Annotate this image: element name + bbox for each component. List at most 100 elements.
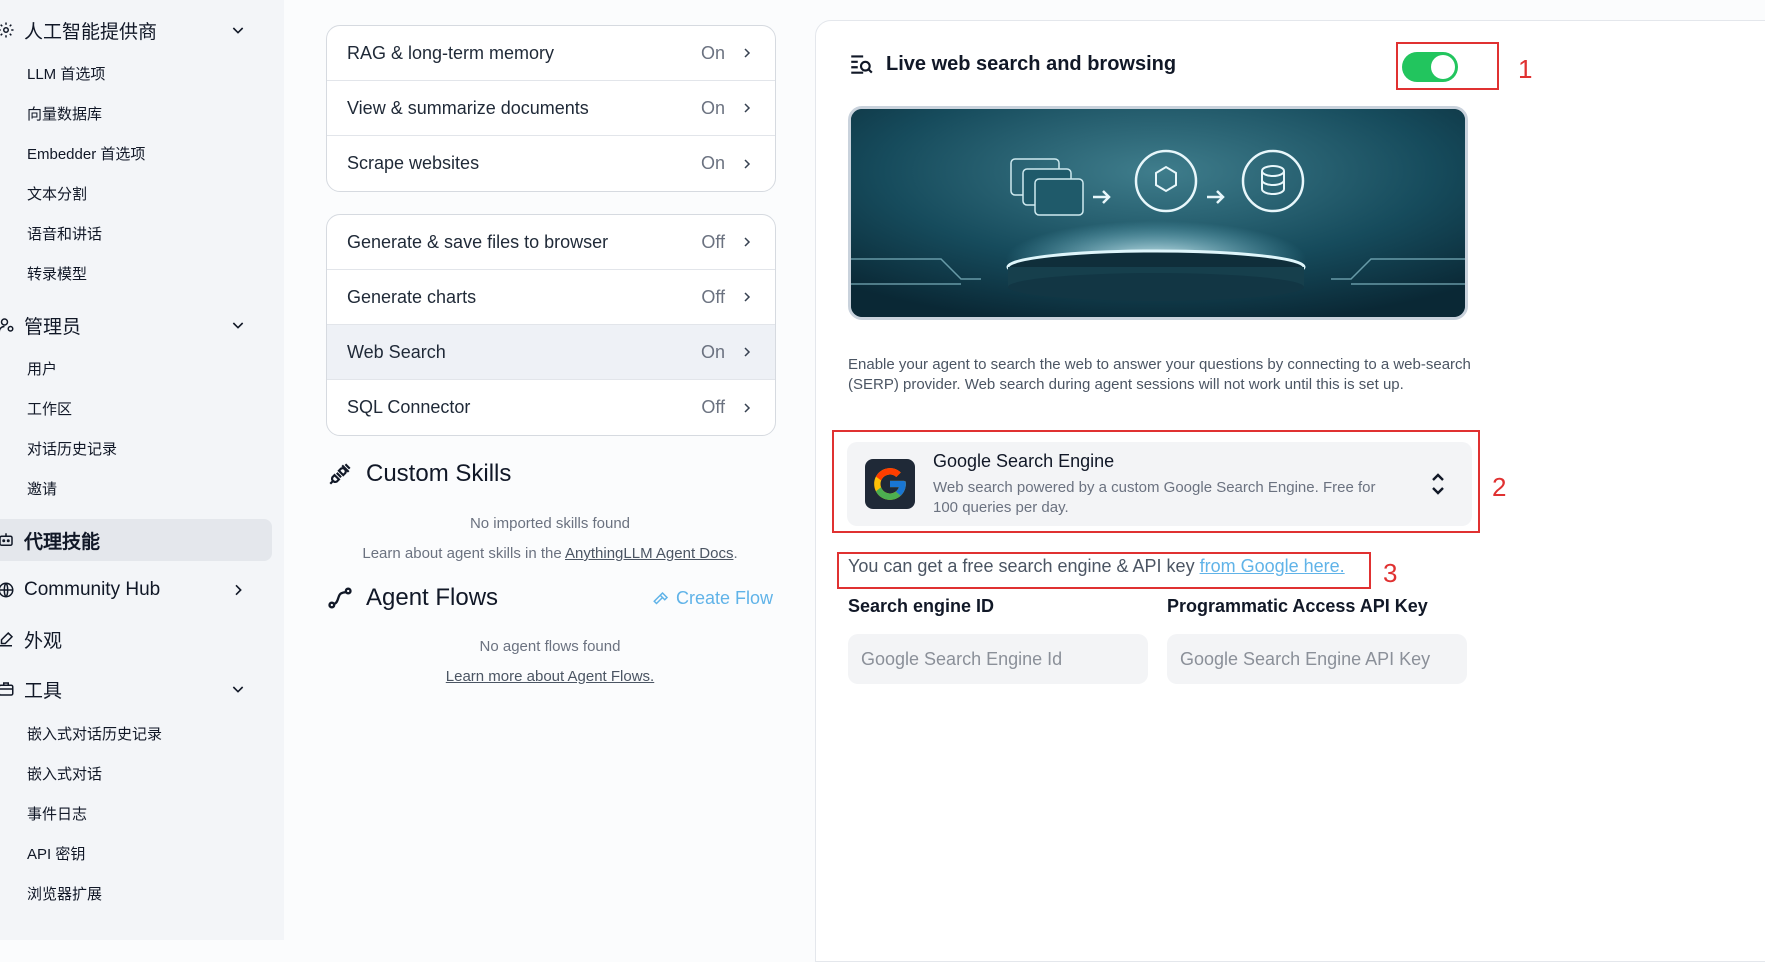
chevron-right-icon: [741, 101, 755, 115]
sidebar-group-label: Community Hub: [24, 579, 161, 600]
skill-state: Off: [701, 231, 725, 252]
gear-icon: [0, 20, 16, 40]
sidebar-group-label: 代理技能: [24, 531, 101, 553]
annotation-box-provider: [832, 430, 1480, 533]
skill-row-generate-charts[interactable]: Generate charts Off: [327, 270, 775, 325]
agent-flows-empty: No agent flows found: [479, 638, 621, 655]
sidebar-item-voice-speech[interactable]: 语音和讲话: [27, 225, 102, 245]
custom-skills-title: Custom Skills: [366, 460, 512, 487]
skill-label: Generate & save files to browser: [347, 231, 609, 252]
chevron-right-icon: [741, 401, 755, 415]
list-search-icon: [848, 50, 876, 78]
paintbrush-icon: [0, 629, 16, 649]
sidebar-group-label: 工具: [24, 680, 63, 702]
api-key-input[interactable]: [1167, 634, 1467, 684]
annotation-number: 1: [1518, 54, 1533, 84]
web-search-heading: Live web search and browsing: [848, 50, 1176, 78]
skill-state: Off: [701, 397, 725, 417]
chevron-right-icon: [741, 345, 755, 359]
user-gear-icon: [0, 315, 16, 335]
annotation-number: 2: [1492, 472, 1507, 502]
engine-id-label: Search engine ID: [848, 596, 995, 616]
sidebar-item-users[interactable]: 用户: [27, 360, 57, 380]
sidebar-group-agent-skills[interactable]: 代理技能: [0, 519, 272, 561]
skill-label: Web Search: [347, 341, 446, 362]
sidebar-item-event-logs[interactable]: 事件日志: [27, 805, 87, 825]
hammer-icon: [652, 590, 670, 608]
web-search-title: Live web search and browsing: [886, 52, 1177, 75]
custom-skills-learn-prefix: Learn about agent skills in the: [362, 545, 566, 562]
sidebar-group-appearance[interactable]: 外观: [0, 618, 272, 660]
create-flow-button[interactable]: Create Flow: [652, 588, 773, 609]
sidebar-item-text-splitting[interactable]: 文本分割: [27, 185, 87, 205]
skill-row-rag-memory[interactable]: RAG & long-term memory On: [327, 26, 775, 81]
toolbox-icon: [0, 679, 16, 699]
agent-flows-heading: Agent Flows: [326, 584, 498, 612]
create-flow-label: Create Flow: [676, 588, 774, 608]
skills-card-optional: Generate & save files to browser Off Gen…: [326, 214, 776, 436]
skill-label: View & summarize documents: [347, 97, 589, 118]
sidebar-item-vector-db[interactable]: 向量数据库: [27, 105, 102, 125]
api-key-label: Programmatic Access API Key: [1167, 596, 1428, 616]
annotation-box-api-note: [837, 552, 1371, 589]
sidebar-item-workspaces[interactable]: 工作区: [27, 400, 72, 420]
custom-skills-empty: No imported skills found: [469, 515, 631, 532]
skill-row-web-search[interactable]: Web Search On: [327, 325, 775, 380]
annotation-number: 3: [1383, 558, 1398, 588]
skill-label: SQL Connector: [347, 397, 471, 417]
sidebar-group-community-hub[interactable]: Community Hub: [0, 569, 272, 611]
sidebar-item-embed-chat-history[interactable]: 嵌入式对话历史记录: [27, 725, 162, 745]
sidebar-group-label: 人工智能提供商: [24, 21, 158, 43]
sidebar-item-llm-preference[interactable]: LLM 首选项: [27, 65, 105, 85]
agent-flows-title: Agent Flows: [366, 584, 499, 611]
skill-label: RAG & long-term memory: [347, 42, 555, 63]
plug-icon: [326, 460, 354, 488]
chevron-right-icon: [226, 578, 250, 602]
sidebar-item-embed-chat[interactable]: 嵌入式对话: [27, 765, 102, 785]
skill-row-sql-connector[interactable]: SQL Connector Off: [327, 380, 775, 435]
sidebar-item-api-keys[interactable]: API 密钥: [27, 845, 85, 865]
skill-label: Generate charts: [347, 286, 477, 307]
skill-row-summarize-docs[interactable]: View & summarize documents On: [327, 81, 775, 136]
flow-icon: [326, 584, 354, 612]
skills-card-core: RAG & long-term memory On View & summari…: [326, 25, 776, 192]
agent-flows-learn: Learn more about Agent Flows.: [326, 668, 774, 685]
engine-id-input[interactable]: [848, 634, 1148, 684]
agent-docs-link[interactable]: AnythingLLM Agent Docs: [565, 545, 733, 562]
sidebar-item-transcription[interactable]: 转录模型: [27, 265, 87, 285]
skill-state: On: [700, 153, 725, 173]
sidebar-group-admin[interactable]: 管理员: [0, 304, 272, 346]
sidebar-group-label: 外观: [24, 630, 63, 652]
web-search-hero-image: [848, 106, 1468, 320]
sidebar-group-tools[interactable]: 工具: [0, 668, 272, 710]
skill-row-scrape-websites[interactable]: Scrape websites On: [327, 136, 775, 191]
chevron-right-icon: [741, 157, 755, 171]
chevron-right-icon: [741, 235, 755, 249]
skill-state: On: [700, 42, 725, 63]
custom-skills-learn-suffix: .: [733, 545, 738, 562]
robot-icon: [0, 530, 16, 550]
chevron-right-icon: [741, 46, 755, 60]
sidebar-item-browser-extension[interactable]: 浏览器扩展: [27, 885, 102, 905]
skill-state: On: [700, 97, 725, 118]
chevron-down-icon: [226, 677, 250, 701]
skill-row-save-files[interactable]: Generate & save files to browser Off: [327, 215, 775, 270]
sidebar-item-invites[interactable]: 邀请: [27, 480, 57, 500]
custom-skills-learn: Learn about agent skills in the Anything…: [326, 545, 774, 562]
skill-state: On: [700, 341, 725, 362]
sidebar-item-chat-history[interactable]: 对话历史记录: [27, 440, 117, 460]
chevron-down-icon: [226, 18, 250, 42]
custom-skills-heading: Custom Skills: [326, 460, 511, 488]
agent-flows-link[interactable]: Learn more about Agent Flows.: [446, 668, 654, 685]
chevron-right-icon: [741, 290, 755, 304]
sidebar-group-ai-providers[interactable]: 人工智能提供商: [0, 9, 272, 51]
chevron-down-icon: [226, 313, 250, 337]
web-search-description: Enable your agent to search the web to a…: [848, 356, 1471, 393]
annotation-box-toggle: [1396, 42, 1499, 90]
skill-label: Scrape websites: [347, 153, 480, 173]
sidebar-group-label: 管理员: [24, 316, 82, 338]
sidebar: 人工智能提供商 LLM 首选项 向量数据库 Embedder 首选项 文本分割 …: [0, 0, 284, 940]
globe-icon: [0, 580, 16, 600]
sidebar-item-embedder[interactable]: Embedder 首选项: [27, 145, 145, 165]
skill-state: Off: [701, 286, 725, 307]
